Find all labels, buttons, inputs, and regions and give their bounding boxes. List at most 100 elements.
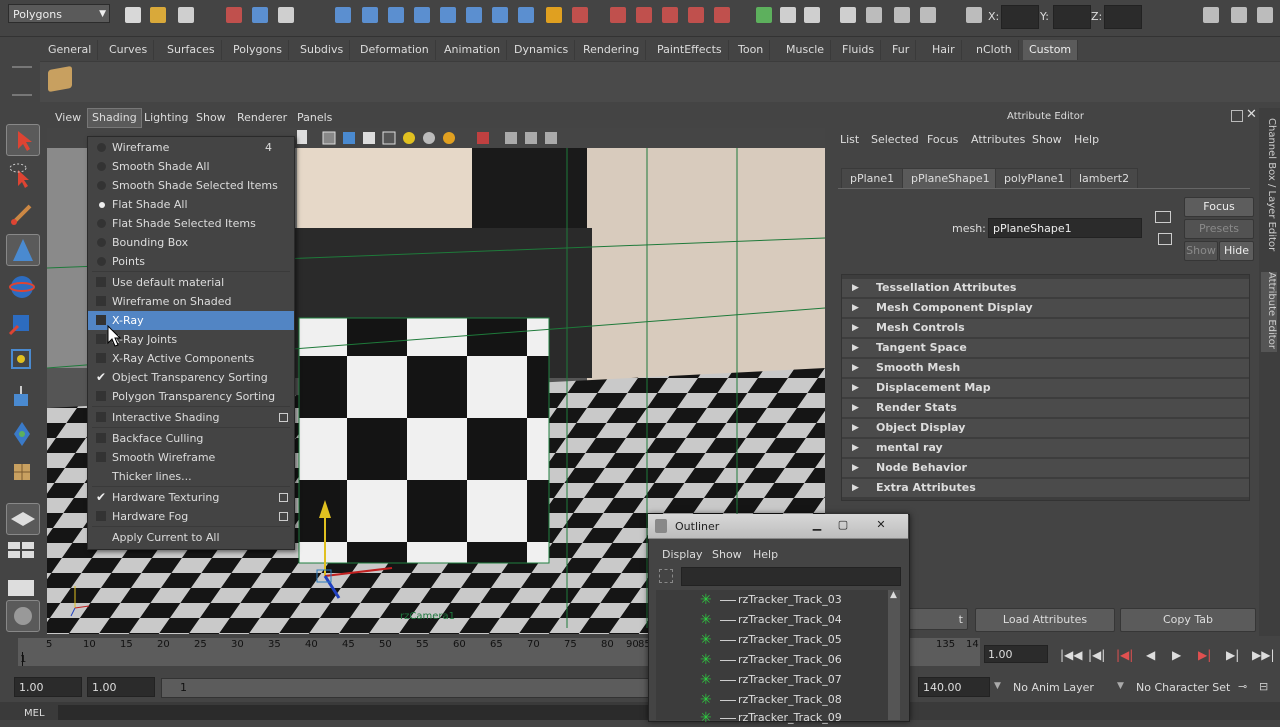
clipboard-icon[interactable] bbox=[804, 7, 820, 23]
shelf-tab-painteffects[interactable]: PaintEffects bbox=[651, 40, 729, 60]
menu-item-hardware-fog[interactable]: Hardware Fog bbox=[88, 507, 294, 526]
anim-layer-select[interactable]: No Anim Layer bbox=[1013, 681, 1094, 694]
command-input[interactable] bbox=[58, 705, 658, 720]
select-node-icon[interactable] bbox=[1155, 211, 1171, 223]
select-hierarchy-icon[interactable] bbox=[226, 7, 242, 23]
shelf-tab-hair[interactable]: Hair bbox=[926, 40, 962, 60]
close-icon[interactable]: ✕ bbox=[1246, 107, 1257, 122]
go-to-end-icon[interactable]: ▶▶| bbox=[1252, 648, 1275, 662]
outliner-menu-help[interactable]: Help bbox=[753, 548, 778, 561]
snapshot-icon[interactable] bbox=[920, 7, 936, 23]
step-back-frame-icon[interactable]: |◀| bbox=[1088, 648, 1105, 662]
snap-view-icon[interactable] bbox=[492, 7, 508, 23]
scale-tool-icon[interactable] bbox=[6, 308, 38, 338]
step-forward-key-icon[interactable]: ▶| bbox=[1198, 648, 1211, 662]
viewport-menu-renderer[interactable]: Renderer bbox=[233, 108, 291, 128]
snap-plane-icon[interactable] bbox=[414, 7, 430, 23]
section-mesh-controls[interactable]: ▶ Mesh Controls bbox=[842, 319, 1249, 337]
new-scene-icon[interactable] bbox=[125, 7, 141, 23]
menu-item-backface-culling[interactable]: Backface Culling bbox=[88, 429, 294, 448]
menu-item-smooth-wireframe[interactable]: Smooth Wireframe bbox=[88, 448, 294, 467]
outliner-menu-show[interactable]: Show bbox=[712, 548, 742, 561]
go-to-start-icon[interactable]: |◀◀ bbox=[1060, 648, 1083, 662]
help-icon[interactable] bbox=[518, 7, 534, 23]
snap-point-icon[interactable] bbox=[388, 7, 404, 23]
hypershade-icon[interactable] bbox=[688, 7, 704, 23]
channel-box-toggle-icon[interactable] bbox=[1257, 7, 1273, 23]
chevron-down-icon[interactable]: ▼ bbox=[994, 681, 1001, 691]
ae-menu-help[interactable]: Help bbox=[1074, 133, 1099, 146]
maximize-icon[interactable]: ▢ bbox=[832, 516, 854, 534]
section-render-stats[interactable]: ▶ Render Stats bbox=[842, 399, 1249, 417]
ipr-render-icon[interactable] bbox=[636, 7, 652, 23]
lasso-tool-icon[interactable] bbox=[6, 160, 38, 190]
shelf-tab-subdivs[interactable]: Subdivs bbox=[294, 40, 351, 60]
camera-icon[interactable] bbox=[840, 7, 856, 23]
ae-menu-focus[interactable]: Focus bbox=[927, 133, 958, 146]
layout-single-icon[interactable] bbox=[6, 503, 40, 535]
ae-tab-pplane1[interactable]: pPlane1 bbox=[841, 168, 904, 189]
menu-item-wireframe[interactable]: Wireframe 4 bbox=[88, 138, 294, 157]
ae-tab-pplaneshape1[interactable]: pPlaneShape1 bbox=[902, 168, 999, 189]
play-backwards-icon[interactable]: ◀ bbox=[1146, 648, 1155, 662]
snap-curve-icon[interactable] bbox=[362, 7, 378, 23]
menu-item-x-ray-active-components[interactable]: X-Ray Active Components bbox=[88, 349, 294, 368]
snap-surface-icon[interactable] bbox=[466, 7, 482, 23]
close-icon[interactable]: ✕ bbox=[870, 516, 892, 534]
menu-item-flat-shade-selected[interactable]: Flat Shade Selected Items bbox=[88, 214, 294, 233]
minimize-icon[interactable]: ▁ bbox=[806, 516, 828, 534]
menu-item-wireframe-on-shaded[interactable]: Wireframe on Shaded bbox=[88, 292, 294, 311]
show-button[interactable]: Show bbox=[1184, 241, 1218, 261]
menu-item-thicker-lines[interactable]: Thicker lines... bbox=[88, 467, 294, 486]
section-tangent-space[interactable]: ▶ Tangent Space bbox=[842, 339, 1249, 357]
magnet-icon[interactable] bbox=[866, 7, 882, 23]
viewport-menu-shading[interactable]: Shading bbox=[87, 108, 142, 128]
menu-item-object-transparency-sorting[interactable]: ✔ Object Transparency Sorting bbox=[88, 368, 294, 387]
preferences-icon[interactable]: ⊟ bbox=[1259, 680, 1268, 693]
section-displacement-map[interactable]: ▶ Displacement Map bbox=[842, 379, 1249, 397]
outliner-menu-display[interactable]: Display bbox=[662, 548, 703, 561]
shelf-tab-polygons[interactable]: Polygons bbox=[227, 40, 289, 60]
sculpt-tool-icon[interactable] bbox=[6, 234, 40, 266]
range-slider[interactable]: 1 bbox=[161, 678, 653, 698]
animation-start-field[interactable]: 1.00 bbox=[14, 677, 82, 697]
current-time-marker[interactable] bbox=[22, 652, 23, 666]
step-back-key-icon[interactable]: |◀| bbox=[1116, 648, 1133, 662]
hypergraph-icon[interactable] bbox=[6, 600, 40, 632]
viewport-menu-show[interactable]: Show bbox=[192, 108, 230, 128]
ae-menu-attributes[interactable]: Attributes bbox=[971, 133, 1025, 146]
x-field[interactable] bbox=[1001, 5, 1039, 29]
open-scene-icon[interactable] bbox=[150, 7, 166, 23]
filter-icon[interactable] bbox=[659, 569, 673, 583]
shelf-tab-dynamics[interactable]: Dynamics bbox=[508, 40, 576, 60]
last-tool-icon[interactable] bbox=[6, 418, 38, 448]
shelf-tab-fur[interactable]: Fur bbox=[886, 40, 917, 60]
history-icon[interactable] bbox=[572, 7, 588, 23]
option-box-icon[interactable] bbox=[279, 512, 288, 521]
save-scene-icon[interactable] bbox=[178, 7, 194, 23]
section-smooth-mesh[interactable]: ▶ Smooth Mesh bbox=[842, 359, 1249, 377]
shelf-tab-muscle[interactable]: Muscle bbox=[780, 40, 832, 60]
layout-outliner-icon[interactable] bbox=[6, 578, 38, 598]
render-region-icon[interactable] bbox=[894, 7, 910, 23]
section-object-display[interactable]: ▶ Object Display bbox=[842, 419, 1249, 437]
shelf-menu-icon[interactable] bbox=[12, 66, 32, 96]
menu-item-points[interactable]: Points bbox=[88, 252, 294, 271]
scroll-up-icon[interactable]: ▲ bbox=[890, 590, 897, 600]
cube-tool-icon[interactable] bbox=[6, 456, 38, 486]
section-mental-ray[interactable]: ▶ mental ray bbox=[842, 439, 1249, 457]
menu-item-bounding-box[interactable]: Bounding Box bbox=[88, 233, 294, 252]
tab-channel-box[interactable]: Channel Box / Layer Editor bbox=[1261, 118, 1277, 260]
select-object-icon[interactable] bbox=[252, 7, 268, 23]
menu-item-apply-current-to-all[interactable]: Apply Current to All bbox=[88, 528, 294, 547]
ae-menu-show[interactable]: Show bbox=[1032, 133, 1062, 146]
section-tessellation-attributes[interactable]: ▶ Tessellation Attributes bbox=[842, 279, 1249, 297]
shelf-tab-ncloth[interactable]: nCloth bbox=[970, 40, 1019, 60]
layout-icon[interactable] bbox=[780, 7, 796, 23]
option-box-icon[interactable] bbox=[279, 413, 288, 422]
float-panel-icon[interactable] bbox=[1231, 110, 1243, 122]
select-tool-icon[interactable] bbox=[6, 124, 40, 156]
focus-button[interactable]: Focus bbox=[1184, 197, 1254, 217]
tab-attribute-editor[interactable]: Attribute Editor bbox=[1261, 272, 1277, 352]
filter-icon[interactable] bbox=[440, 7, 456, 23]
